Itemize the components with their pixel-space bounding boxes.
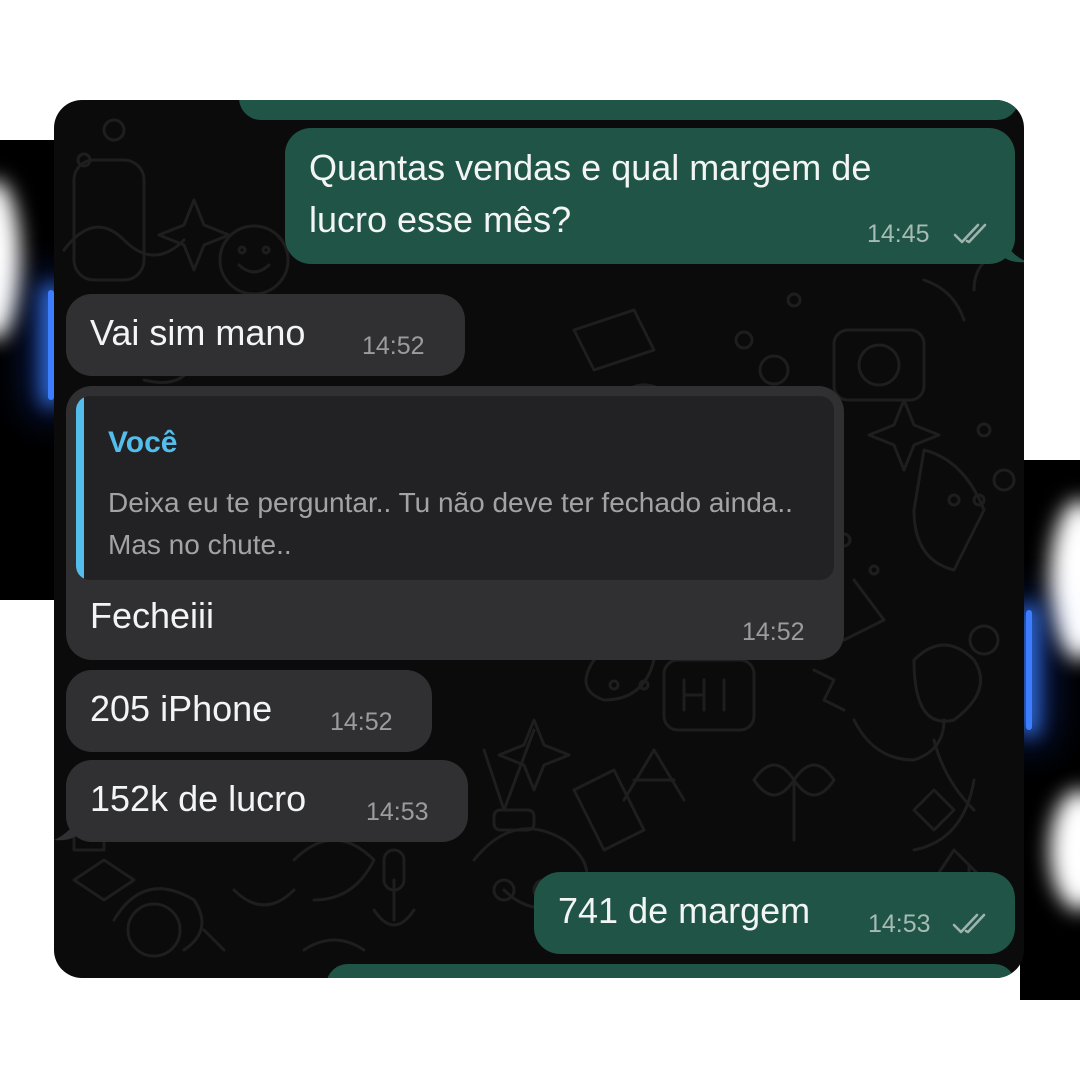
- message-text: lucro esse mês?: [309, 199, 572, 240]
- quote-accent-bar: [76, 396, 84, 580]
- incoming-message[interactable]: 152k de lucro 14:53: [66, 760, 468, 842]
- quoted-author: Você: [108, 426, 178, 459]
- incoming-message[interactable]: 205 iPhone 14:52: [66, 670, 432, 752]
- message-time: 14:53: [868, 910, 931, 938]
- incoming-reply-message[interactable]: Você Deixa eu te perguntar.. Tu não deve…: [66, 386, 844, 660]
- left-glow-band: [0, 140, 60, 600]
- message-text: Fecheiii: [90, 595, 215, 636]
- outgoing-message[interactable]: Quantas vendas e qual margem de lucro es…: [285, 128, 1015, 264]
- outgoing-message-partial-bottom[interactable]: [326, 964, 1016, 978]
- quoted-text: Deixa eu te perguntar.. Tu não deve ter …: [108, 487, 793, 560]
- bubble-tail: [999, 234, 1024, 263]
- incoming-message[interactable]: Vai sim mano 14:52: [66, 294, 465, 376]
- message-time: 14:52: [362, 332, 425, 360]
- message-text: 741 de margem: [558, 890, 811, 931]
- double-check-icon: [953, 223, 987, 244]
- double-check-icon: [952, 913, 986, 934]
- screenshot-stage: Quantas vendas e qual margem de lucro es…: [0, 0, 1080, 1080]
- message-text: Quantas vendas e qual margem de: [309, 147, 872, 188]
- message-text: 152k de lucro: [90, 778, 307, 819]
- message-text: 205 iPhone: [90, 688, 273, 729]
- outgoing-message[interactable]: 741 de margem 14:53: [534, 872, 1015, 954]
- message-time: 14:52: [742, 618, 805, 646]
- message-time: 14:45: [867, 220, 930, 248]
- message-time: 14:53: [366, 798, 429, 826]
- right-glow-band: [1020, 460, 1080, 1000]
- bubble-tail: [54, 812, 82, 841]
- quoted-message[interactable]: Você Deixa eu te perguntar.. Tu não deve…: [76, 396, 834, 580]
- outgoing-message-partial-top[interactable]: [239, 100, 1019, 120]
- chat-window[interactable]: Quantas vendas e qual margem de lucro es…: [54, 100, 1024, 978]
- message-time: 14:52: [330, 708, 393, 736]
- message-text: Vai sim mano: [90, 312, 306, 353]
